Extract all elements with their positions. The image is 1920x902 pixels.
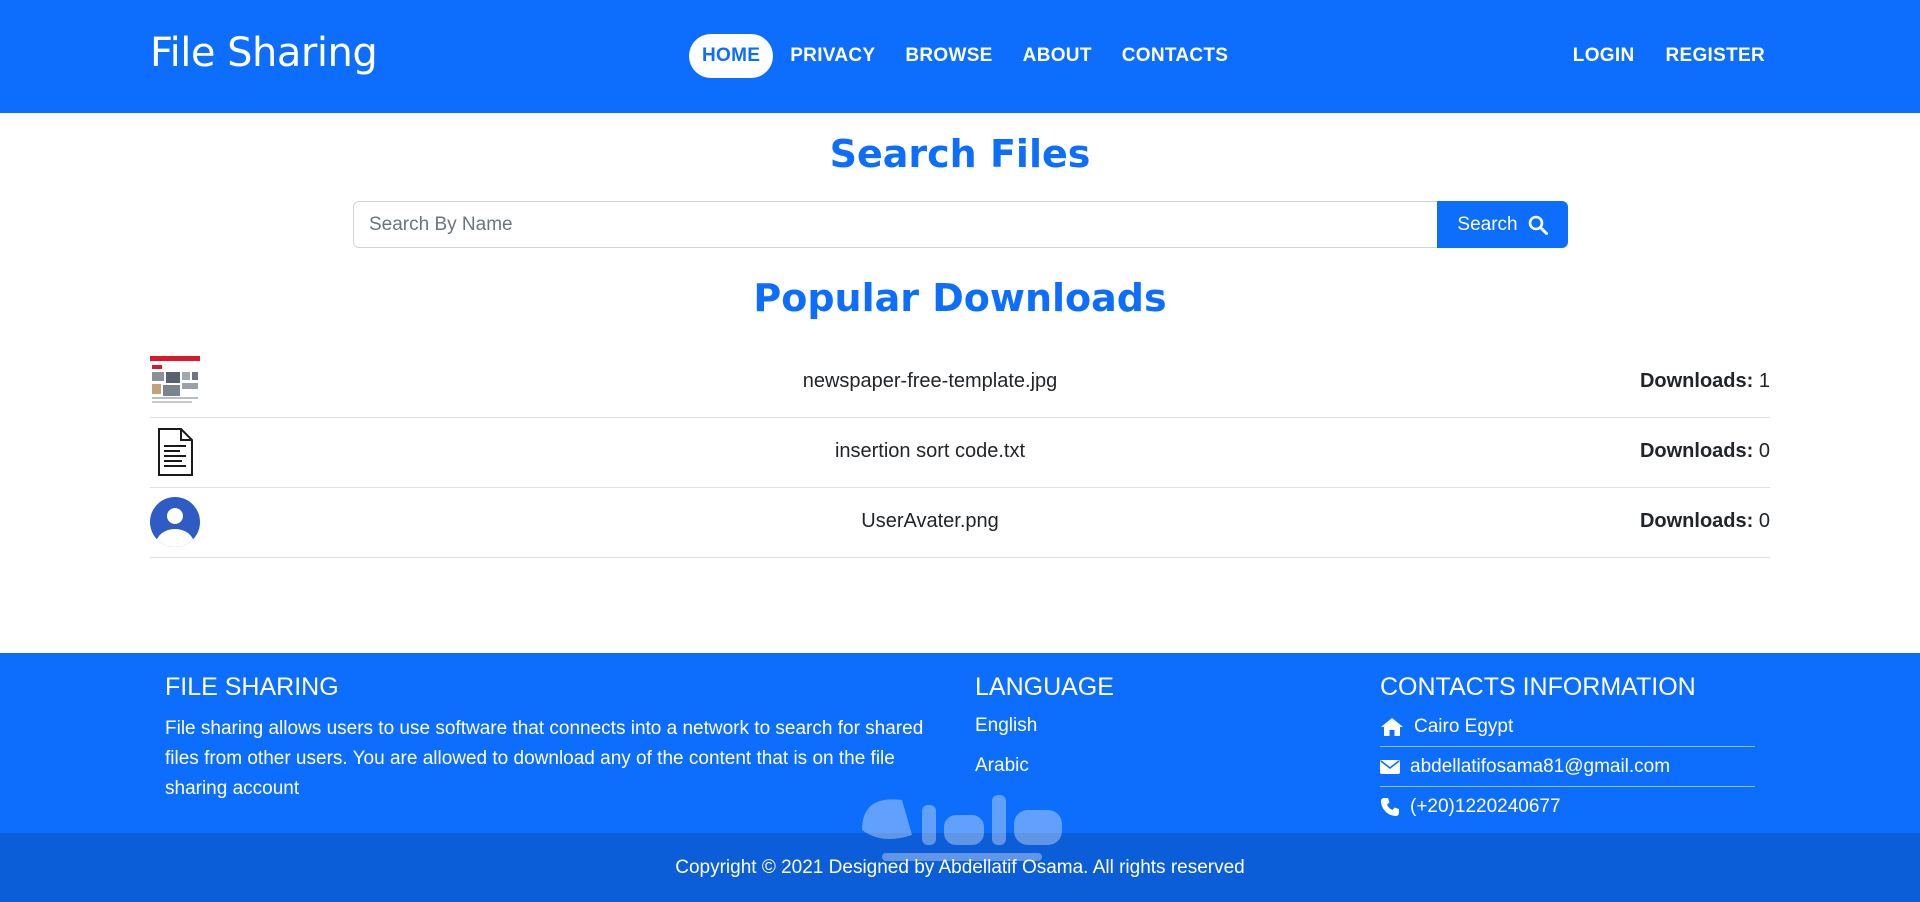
footer: FILE SHARING File sharing allows users t… [0,653,1920,833]
nav-contacts[interactable]: CONTACTS [1107,34,1244,78]
downloads-label: Downloads: [1639,510,1754,532]
file-name[interactable]: UserAvater.png [150,510,1710,533]
search-button[interactable]: Search [1437,201,1568,248]
navbar: File Sharing HOME PRIVACY BROWSE ABOUT C… [0,0,1920,113]
search-button-label: Search [1457,213,1518,235]
footer-about-title: FILE SHARING [165,673,339,701]
nav-browse[interactable]: BROWSE [890,34,1007,78]
footer-contacts-title: CONTACTS INFORMATION [1380,673,1696,701]
search-form: Search [353,201,1568,248]
nav-privacy[interactable]: PRIVACY [775,34,890,78]
nav-about[interactable]: ABOUT [1008,34,1107,78]
search-icon [1528,215,1548,235]
download-value: 0 [1758,510,1770,532]
downloads-label: Downloads: [1639,370,1754,392]
main-nav: HOME PRIVACY BROWSE ABOUT CONTACTS [689,34,1243,78]
list-item[interactable]: insertion sort code.txt Downloads: 0 [150,418,1770,488]
search-title: Search Files [829,132,1091,176]
downloads-label: Downloads: [1639,440,1754,462]
login-link[interactable]: LOGIN [1542,34,1635,78]
footer-about-text: File sharing allows users to use softwar… [165,718,924,799]
home-icon [1381,717,1403,736]
popular-downloads-title: Popular Downloads [753,276,1167,320]
auth-nav: LOGIN REGISTER [1542,34,1765,78]
phone-icon [1381,798,1399,816]
file-name[interactable]: newspaper-free-template.jpg [150,370,1710,393]
downloads-list: newspaper-free-template.jpg Downloads: 1… [150,348,1770,558]
download-value: 0 [1758,440,1770,462]
envelope-icon [1380,759,1400,774]
download-count: Downloads: 1 [1640,370,1770,393]
nav-home[interactable]: HOME [689,34,774,78]
contact-address: Cairo Egypt [1380,707,1755,747]
download-value: 1 [1758,370,1770,392]
register-link[interactable]: REGISTER [1634,34,1765,78]
list-item[interactable]: newspaper-free-template.jpg Downloads: 1 [150,348,1770,418]
contact-address-text: Cairo Egypt [1414,715,1514,737]
contact-phone: (+20)1220240677 [1380,787,1755,827]
contact-phone-text: (+20)1220240677 [1410,796,1561,817]
list-item[interactable]: UserAvater.png Downloads: 0 [150,488,1770,558]
contact-email-text[interactable]: abdellatifosama81@gmail.com [1410,756,1670,778]
brand-logo[interactable]: File Sharing [150,30,378,76]
copyright-bar: Copyright © 2021 Designed by Abdellatif … [0,833,1920,902]
search-input[interactable] [353,201,1437,248]
copyright-text: Copyright © 2021 Designed by Abdellatif … [675,857,1245,878]
download-count: Downloads: 0 [1640,440,1770,463]
language-arabic[interactable]: Arabic [975,755,1029,777]
file-name[interactable]: insertion sort code.txt [150,440,1710,463]
language-english[interactable]: English [975,715,1037,737]
download-count: Downloads: 0 [1640,510,1770,533]
contact-email: abdellatifosama81@gmail.com [1380,747,1755,787]
footer-language-title: LANGUAGE [975,673,1114,701]
